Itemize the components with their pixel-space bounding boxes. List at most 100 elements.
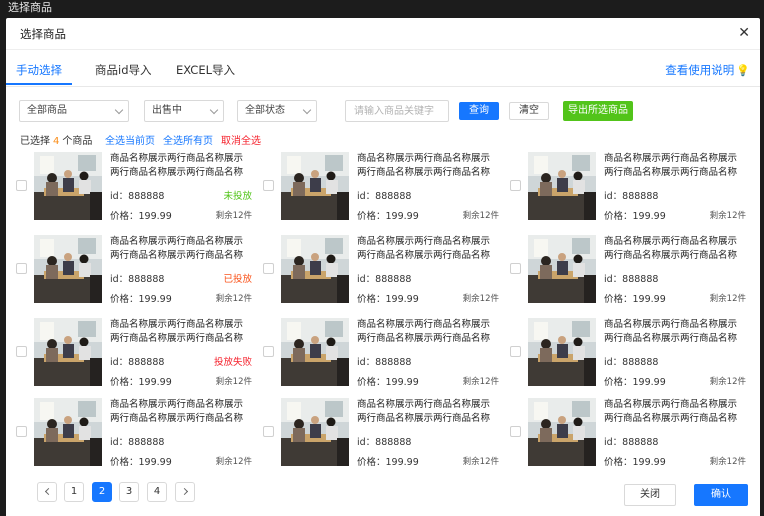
product-checkbox[interactable] bbox=[510, 180, 521, 191]
product-name: 商品名称展示两行商品名称展示两行商品名称展示两行商品名称 bbox=[357, 399, 491, 424]
product-id: id：888888 bbox=[110, 191, 165, 202]
product-card[interactable]: 商品名称展示两行商品名称展示两行商品名称展示两行商品名称 id：888888 价格：… bbox=[510, 152, 746, 224]
product-card[interactable]: 商品名称展示两行商品名称展示两行商品名称展示两行商品名称 id：888888 价格：… bbox=[16, 398, 252, 470]
page-2-button[interactable]: 2 bbox=[92, 482, 112, 502]
product-card[interactable]: 商品名称展示两行商品名称展示两行商品名称展示两行商品名称 id：888888 价格：… bbox=[263, 235, 499, 307]
prev-page-button[interactable] bbox=[37, 482, 57, 502]
clear-button[interactable]: 清空 bbox=[509, 102, 549, 120]
export-selected-button[interactable]: 导出所选商品 bbox=[563, 101, 633, 121]
product-price: 价格：199.99 bbox=[110, 294, 172, 305]
product-name: 商品名称展示两行商品名称展示两行商品名称展示两行商品名称 bbox=[110, 399, 244, 424]
close-button[interactable]: 关闭 bbox=[624, 484, 676, 506]
product-image bbox=[281, 318, 349, 386]
product-name: 商品名称展示两行商品名称展示两行商品名称展示两行商品名称 bbox=[604, 319, 738, 344]
product-card[interactable]: 商品名称展示两行商品名称展示两行商品名称展示两行商品名称 id：888888 价格：… bbox=[510, 235, 746, 307]
product-price: 价格：199.99 bbox=[604, 457, 666, 468]
product-name: 商品名称展示两行商品名称展示两行商品名称展示两行商品名称 bbox=[604, 153, 738, 178]
product-card[interactable]: 商品名称展示两行商品名称展示两行商品名称展示两行商品名称 id：888888 价格：… bbox=[510, 318, 746, 390]
product-thumbnail bbox=[281, 398, 349, 466]
product-checkbox[interactable] bbox=[16, 263, 27, 274]
product-thumbnail bbox=[34, 235, 102, 303]
help-link[interactable]: 查看使用说明 💡 bbox=[665, 62, 750, 78]
search-input[interactable] bbox=[345, 100, 449, 122]
product-name: 商品名称展示两行商品名称展示两行商品名称展示两行商品名称 bbox=[604, 236, 738, 261]
state-select[interactable]: 全部状态 bbox=[237, 100, 317, 122]
product-id: id：888888 bbox=[357, 437, 412, 448]
product-status-badge: 未投放 bbox=[223, 191, 252, 202]
sale-status-select[interactable]: 出售中 bbox=[144, 100, 224, 122]
product-checkbox[interactable] bbox=[510, 346, 521, 357]
product-price: 价格：199.99 bbox=[110, 457, 172, 468]
product-price: 价格：199.99 bbox=[604, 377, 666, 388]
product-checkbox[interactable] bbox=[510, 263, 521, 274]
query-button[interactable]: 查询 bbox=[459, 102, 499, 120]
category-select-value: 全部商品 bbox=[27, 105, 67, 116]
product-card[interactable]: 商品名称展示两行商品名称展示两行商品名称展示两行商品名称 id：888888 价格：… bbox=[510, 398, 746, 470]
product-thumbnail bbox=[34, 152, 102, 220]
next-page-button[interactable] bbox=[175, 482, 195, 502]
product-image bbox=[281, 398, 349, 466]
product-checkbox[interactable] bbox=[263, 426, 274, 437]
product-image bbox=[528, 318, 596, 386]
product-checkbox[interactable] bbox=[510, 426, 521, 437]
product-checkbox[interactable] bbox=[263, 180, 274, 191]
product-stock: 剩余12件 bbox=[709, 377, 746, 387]
product-image bbox=[281, 235, 349, 303]
product-card[interactable]: 商品名称展示两行商品名称展示两行商品名称展示两行商品名称 id：888888 价格：… bbox=[263, 318, 499, 390]
product-status-badge: 已投放 bbox=[223, 274, 252, 285]
select-product-dialog: 选择商品 ✕ 手动选择 商品id导入 EXCEL导入 查看使用说明 💡 全部商品 … bbox=[6, 18, 760, 516]
product-checkbox[interactable] bbox=[16, 346, 27, 357]
selection-summary: 已选择 4 个商品 bbox=[20, 132, 92, 147]
tab-id-import[interactable]: 商品id导入 bbox=[95, 62, 152, 78]
product-price: 价格：199.99 bbox=[357, 377, 419, 388]
product-id: id：888888 bbox=[604, 437, 659, 448]
product-id: id：888888 bbox=[357, 191, 412, 202]
product-card[interactable]: 商品名称展示两行商品名称展示两行商品名称展示两行商品名称 id：888888 投放失… bbox=[16, 318, 252, 390]
product-image bbox=[528, 235, 596, 303]
product-stock: 剩余12件 bbox=[215, 377, 252, 387]
product-id: id：888888 bbox=[604, 274, 659, 285]
selection-prefix: 已选择 bbox=[20, 136, 50, 147]
product-thumbnail bbox=[281, 235, 349, 303]
product-stock: 剩余12件 bbox=[215, 457, 252, 467]
product-checkbox[interactable] bbox=[16, 180, 27, 191]
cancel-select-all-link[interactable]: 取消全选 bbox=[221, 132, 261, 147]
dialog-header: 选择商品 ✕ bbox=[6, 18, 760, 50]
product-price: 价格：199.99 bbox=[110, 211, 172, 222]
product-checkbox[interactable] bbox=[16, 426, 27, 437]
close-icon[interactable]: ✕ bbox=[738, 25, 750, 41]
product-thumbnail bbox=[528, 398, 596, 466]
product-stock: 剩余12件 bbox=[709, 457, 746, 467]
product-stock: 剩余12件 bbox=[215, 294, 252, 304]
product-thumbnail bbox=[528, 152, 596, 220]
page-3-button[interactable]: 3 bbox=[119, 482, 139, 502]
page-4-button[interactable]: 4 bbox=[147, 482, 167, 502]
product-name: 商品名称展示两行商品名称展示两行商品名称展示两行商品名称 bbox=[110, 153, 244, 178]
product-stock: 剩余12件 bbox=[462, 294, 499, 304]
tab-manual-select[interactable]: 手动选择 bbox=[16, 62, 62, 78]
page-1-button[interactable]: 1 bbox=[64, 482, 84, 502]
product-name: 商品名称展示两行商品名称展示两行商品名称展示两行商品名称 bbox=[357, 319, 491, 344]
product-image bbox=[34, 318, 102, 386]
product-price: 价格：199.99 bbox=[357, 457, 419, 468]
product-stock: 剩余12件 bbox=[462, 377, 499, 387]
category-select[interactable]: 全部商品 bbox=[19, 100, 129, 122]
product-stock: 剩余12件 bbox=[709, 211, 746, 221]
product-checkbox[interactable] bbox=[263, 346, 274, 357]
tab-excel-import[interactable]: EXCEL导入 bbox=[176, 62, 235, 78]
product-image bbox=[34, 235, 102, 303]
product-checkbox[interactable] bbox=[263, 263, 274, 274]
product-card[interactable]: 商品名称展示两行商品名称展示两行商品名称展示两行商品名称 id：888888 价格：… bbox=[263, 398, 499, 470]
confirm-button[interactable]: 确认 bbox=[694, 484, 748, 506]
product-id: id：888888 bbox=[110, 357, 165, 368]
tab-bar: 手动选择 商品id导入 EXCEL导入 查看使用说明 💡 bbox=[6, 51, 760, 87]
product-name: 商品名称展示两行商品名称展示两行商品名称展示两行商品名称 bbox=[110, 319, 244, 344]
select-all-pages-link[interactable]: 全选所有页 bbox=[163, 132, 213, 147]
product-card[interactable]: 商品名称展示两行商品名称展示两行商品名称展示两行商品名称 id：888888 已投放… bbox=[16, 235, 252, 307]
select-current-page-link[interactable]: 全选当前页 bbox=[105, 132, 155, 147]
product-name: 商品名称展示两行商品名称展示两行商品名称展示两行商品名称 bbox=[357, 236, 491, 261]
product-card[interactable]: 商品名称展示两行商品名称展示两行商品名称展示两行商品名称 id：888888 未投放… bbox=[16, 152, 252, 224]
product-card[interactable]: 商品名称展示两行商品名称展示两行商品名称展示两行商品名称 id：888888 价格：… bbox=[263, 152, 499, 224]
chevron-down-icon bbox=[209, 105, 219, 115]
state-select-value: 全部状态 bbox=[245, 105, 285, 116]
